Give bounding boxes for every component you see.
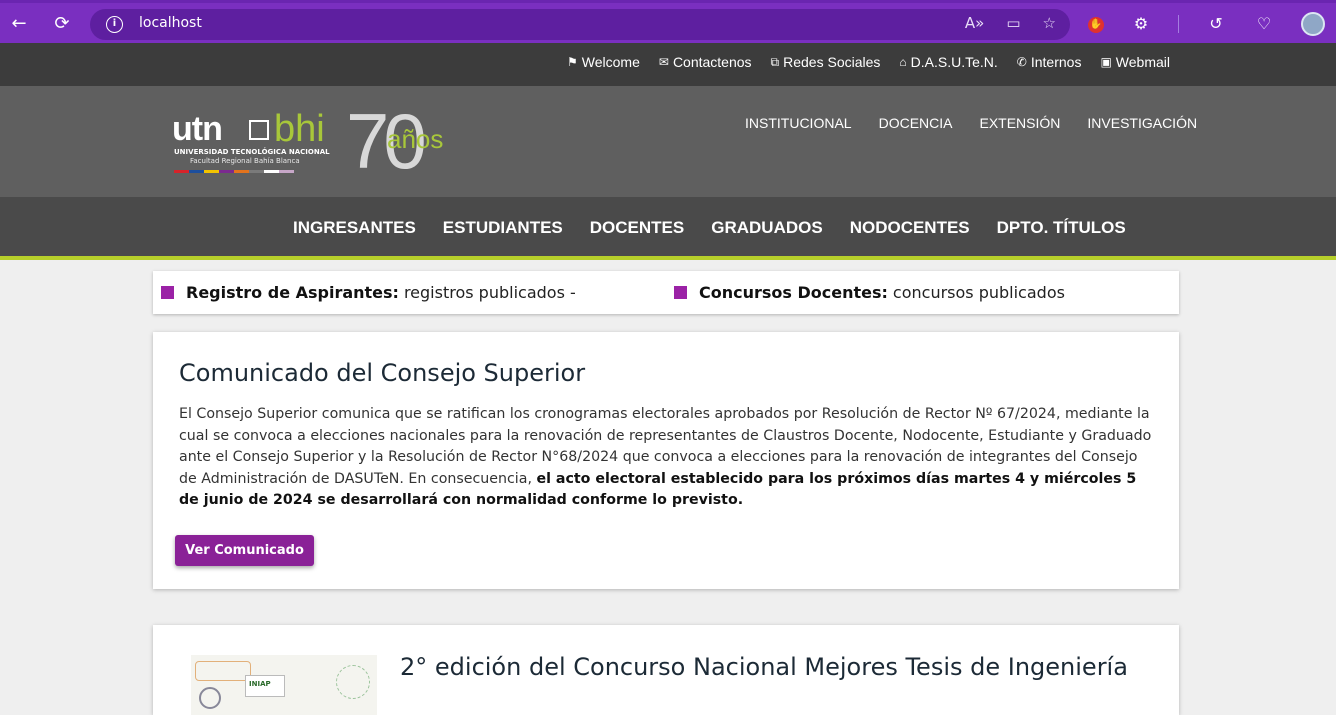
- envelope-icon: ✉: [658, 55, 669, 69]
- secondary-nav-item-1[interactable]: ESTUDIANTES: [443, 218, 563, 238]
- main-nav-item-institucional[interactable]: INSTITUCIONAL: [745, 115, 852, 131]
- network-icon: ⧉: [770, 54, 780, 69]
- news-card-tesis: INIAP 2° edición del Concurso Nacional M…: [153, 625, 1179, 715]
- thumb-shape: [195, 661, 251, 681]
- secondary-nav-item-4[interactable]: NODOCENTES: [850, 218, 970, 238]
- news-ticker: Registro de Aspirantes: registros public…: [153, 271, 1179, 314]
- logo-faculty-name: Facultad Regional Bahía Blanca: [190, 157, 300, 165]
- logo-stripe: [204, 170, 219, 173]
- logo-anos: años: [387, 124, 444, 154]
- utility-link-label: Internos: [1030, 54, 1082, 70]
- logo-stripe: [174, 170, 189, 173]
- logo-stripe: [279, 170, 294, 173]
- utility-bar: ⚑ Welcome ✉ Contactenos ⧉ Redes Sociales ⌂ D.A.…: [0, 43, 1336, 86]
- logo-university-name: UNIVERSIDAD TECNOLÓGICA NACIONAL: [174, 148, 330, 156]
- utility-link-2[interactable]: ⧉ Redes Sociales: [771, 54, 881, 70]
- back-button[interactable]: ←: [6, 11, 32, 37]
- ticker-item-title: Concursos Docentes:: [699, 283, 888, 302]
- thumb-logo-box: INIAP: [245, 675, 285, 697]
- inbox-icon: ▣: [1100, 55, 1112, 69]
- browser-toolbar: ← ⟳ i localhost A» ▭ ☆ ✋ ⚙ ↺ ♡ ⋯: [0, 0, 1336, 43]
- toolbar-divider: [1178, 15, 1179, 33]
- main-nav-item-investigacion[interactable]: INVESTIGACIÓN: [1087, 115, 1197, 131]
- utility-link-label: Redes Sociales: [783, 54, 881, 70]
- logo-stripe: [234, 170, 249, 173]
- flag-icon: ⚑: [567, 55, 578, 69]
- extension-stop-icon[interactable]: ✋: [1088, 17, 1104, 33]
- utility-link-label: Welcome: [581, 54, 640, 70]
- logo-bhi-text: bhi: [274, 108, 325, 150]
- thumb-spiral: [199, 687, 221, 709]
- ticker-item-text: registros publicados -: [403, 283, 576, 302]
- ticker-item-title: Registro de Aspirantes:: [186, 283, 399, 302]
- logo-utn-text: utn: [172, 110, 223, 148]
- ver-comunicado-button[interactable]: Ver Comunicado: [175, 535, 314, 566]
- url-text[interactable]: localhost: [139, 15, 202, 31]
- secondary-nav-item-3[interactable]: GRADUADOS: [711, 218, 822, 238]
- read-aloud-icon[interactable]: A»: [965, 14, 984, 32]
- logo-stripe: [219, 170, 234, 173]
- ticker-bullet-icon: [674, 286, 687, 299]
- card-title: Comunicado del Consejo Superior: [179, 359, 586, 387]
- main-navigation: INSTITUCIONAL DOCENCIA EXTENSIÓN INVESTIGAC…: [745, 115, 1197, 131]
- secondary-navigation: INGRESANTES ESTUDIANTES DOCENTES GRADUADOS N…: [0, 197, 1336, 260]
- history-icon[interactable]: ↺: [1205, 13, 1227, 35]
- utility-link-label: Webmail: [1115, 54, 1170, 70]
- reader-view-icon[interactable]: ▭: [1006, 14, 1020, 32]
- utility-link-0[interactable]: ⚑ Welcome: [567, 54, 640, 70]
- home-icon: ⌂: [899, 55, 907, 69]
- ticker-item-concursos[interactable]: Concursos Docentes: concursos publicados: [674, 283, 1065, 302]
- reload-button[interactable]: ⟳: [49, 11, 75, 37]
- performance-icon[interactable]: ♡: [1253, 13, 1275, 35]
- news-thumbnail[interactable]: INIAP: [191, 655, 377, 715]
- main-nav-item-docencia[interactable]: DOCENCIA: [879, 115, 953, 131]
- utility-link-1[interactable]: ✉ Contactenos: [659, 54, 752, 70]
- logo-stripe: [249, 170, 264, 173]
- logo-stripe: [264, 170, 279, 173]
- ticker-item-text: concursos publicados: [892, 283, 1065, 302]
- extensions-icon[interactable]: ⚙: [1130, 13, 1152, 35]
- card-body: El Consejo Superior comunica que se rati…: [179, 404, 1154, 512]
- secondary-nav-item-5[interactable]: DPTO. TÍTULOS: [997, 218, 1126, 238]
- utility-link-label: D.A.S.U.Te.N.: [910, 54, 998, 70]
- utility-link-5[interactable]: ▣ Webmail: [1100, 54, 1170, 70]
- card-title[interactable]: 2° edición del Concurso Nacional Mejores…: [400, 653, 1128, 681]
- logo-grid-icon: [249, 120, 269, 140]
- thumb-logo-text: INIAP: [249, 680, 271, 688]
- profile-avatar[interactable]: [1301, 12, 1325, 36]
- utility-link-4[interactable]: ✆ Internos: [1017, 54, 1082, 70]
- logo-color-stripes: [174, 170, 294, 173]
- secondary-nav-item-2[interactable]: DOCENTES: [590, 218, 684, 238]
- utility-link-label: Contactenos: [672, 54, 752, 70]
- utility-link-3[interactable]: ⌂ D.A.S.U.Te.N.: [899, 54, 997, 70]
- ticker-item-aspirantes[interactable]: Registro de Aspirantes: registros public…: [161, 283, 576, 302]
- news-card-comunicado: Comunicado del Consejo Superior El Conse…: [153, 332, 1179, 589]
- site-info-icon[interactable]: i: [106, 16, 123, 33]
- favorite-star-icon[interactable]: ☆: [1043, 14, 1056, 32]
- phone-icon: ✆: [1016, 55, 1027, 69]
- logo-stripe: [189, 170, 204, 173]
- ticker-bullet-icon: [161, 286, 174, 299]
- secondary-nav-item-0[interactable]: INGRESANTES: [293, 218, 416, 238]
- main-nav-item-extension[interactable]: EXTENSIÓN: [979, 115, 1060, 131]
- thumb-circle: [336, 665, 370, 699]
- address-bar[interactable]: i localhost A» ▭ ☆: [90, 9, 1070, 40]
